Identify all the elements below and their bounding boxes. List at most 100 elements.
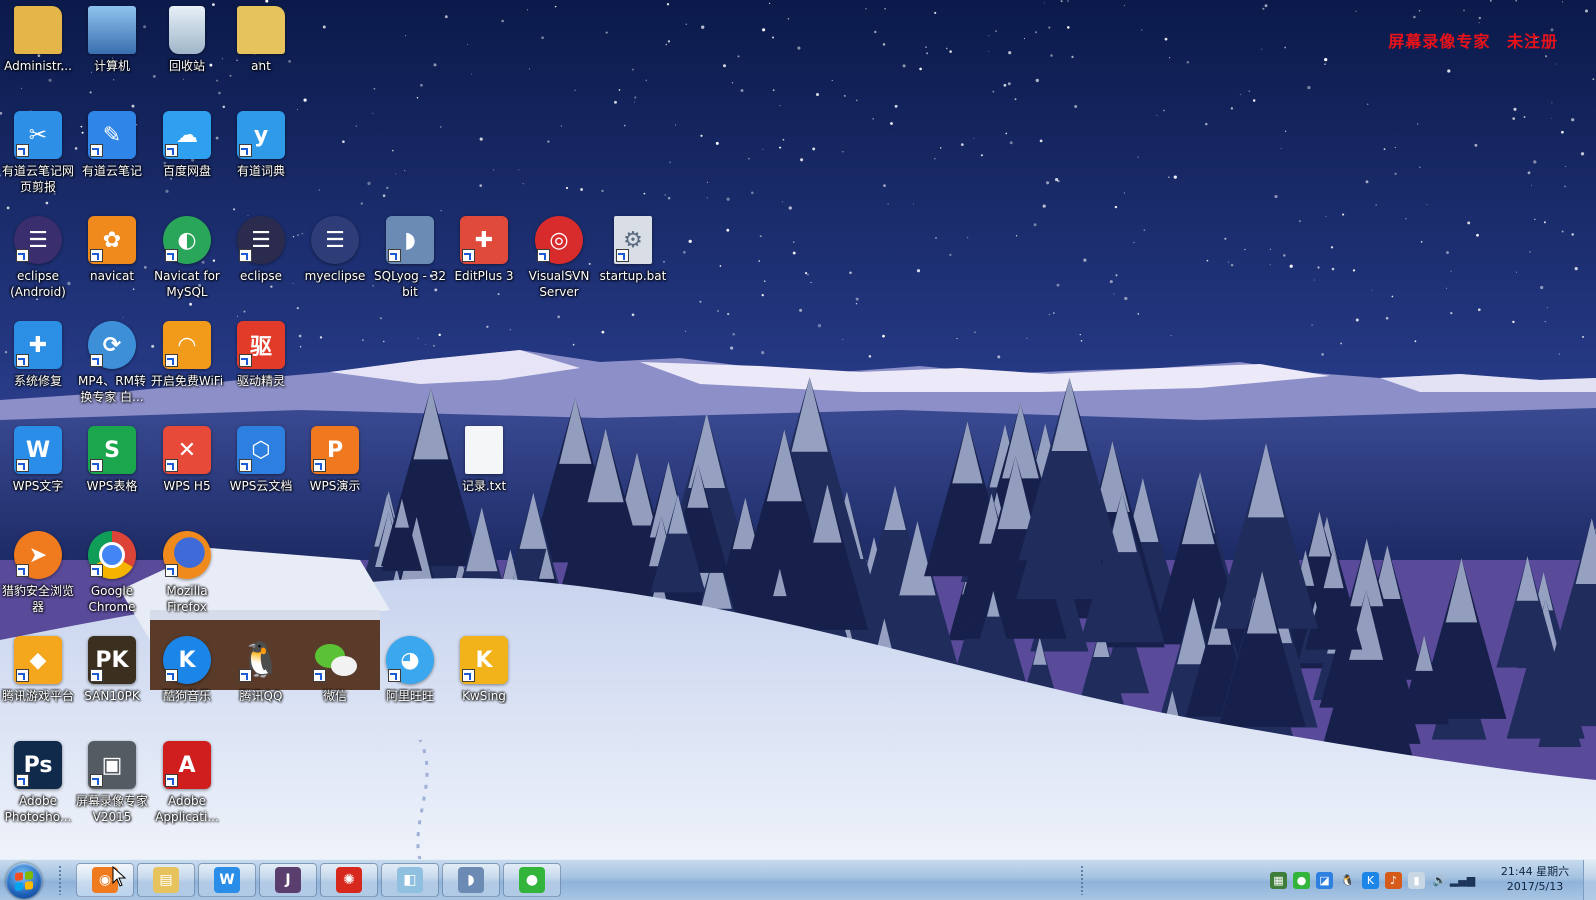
tray-network-signal-icon[interactable]: ▂▄▆ [1450,872,1475,889]
desktop-icon-sqlyog[interactable]: ◗ SQLyog - 32 bit [372,210,448,314]
shortcut-arrow-icon [388,669,401,682]
desktop-icon-label: Adobe Photosho... [4,794,72,824]
desktop-icon-wps-sheet[interactable]: S WPS表格 [74,420,150,524]
desktop-icon-label: 阿里旺旺 [385,689,434,703]
tray-connect-icon[interactable]: ◪ [1316,871,1333,889]
desktop-icon-tencent-qq[interactable]: 🐧 腾讯QQ [223,630,299,734]
wps-h5-icon: ✕ [163,426,211,474]
desktop-icon-system-repair[interactable]: ✚ 系统修复 [0,315,76,419]
shortcut-arrow-icon [462,669,475,682]
shortcut-arrow-icon [165,669,178,682]
shortcut-arrow-icon [16,354,29,367]
desktop-icon-wps-cloud[interactable]: ⬡ WPS云文档 [223,420,299,524]
shortcut-arrow-icon [16,144,29,157]
desktop-icon-firefox[interactable]: Mozilla Firefox [149,525,225,629]
desktop-icon-navicat-mysql[interactable]: ◐ Navicat for MySQL [149,210,225,314]
desktop-icon-eclipse[interactable]: ☰ eclipse [223,210,299,314]
desktop-icon-screen-recorder[interactable]: ▣ 屏幕录像专家 V2015 [74,735,150,839]
driver-genius-icon: 驱 [237,321,285,369]
desktop-icon-mp4-converter[interactable]: ⟳ MP4、RM转换专家 白... [74,315,150,419]
desktop-icon-kugou[interactable]: K 酷狗音乐 [149,630,225,734]
desktop-icon-chrome[interactable]: Google Chrome [74,525,150,629]
desktop-icon-myeclipse[interactable]: ☰ myeclipse [297,210,373,314]
desktop-icon-liebao[interactable]: ➤ 猎豹安全浏览器 [0,525,76,629]
shortcut-arrow-icon [313,459,326,472]
video-camera-icon: ▣ [88,741,136,789]
dolphin-icon: ◗ [386,216,434,264]
taskbar-button-app-red[interactable]: ✺ [320,863,378,897]
taskbar-grip[interactable] [58,865,62,895]
desktop-icon-eclipse-android[interactable]: ☰ eclipse (Android) [0,210,76,314]
desktop-icon-label: Mozilla Firefox [166,584,208,614]
desktop-icon-youdao-note[interactable]: ✎ 有道云笔记 [74,105,150,209]
shortcut-arrow-icon [165,459,178,472]
desktop-icon-recycle-bin[interactable]: 回收站 [149,0,225,104]
shortcut-arrow-icon [239,249,252,262]
adobe-icon: A [163,741,211,789]
tray-speaker-app-icon[interactable]: ♪ [1385,871,1402,889]
desktop-icon-wps-writer[interactable]: W WPS文字 [0,420,76,524]
tray-network-app-icon[interactable]: ▦ [1270,871,1287,889]
desktop-icon-tencent-games[interactable]: ◆ 腾讯游戏平台 [0,630,76,734]
tray-kugou-icon[interactable]: K [1362,871,1379,889]
converter-icon: ⟳ [88,321,136,369]
desktop-icon-label: Google Chrome [88,584,136,614]
wps-cloud-icon: ⬡ [237,426,285,474]
desktop-icon-adobe-app[interactable]: A Adobe Applicati... [149,735,225,839]
shortcut-arrow-icon [16,774,29,787]
taskbar-button-wechat[interactable]: ● [503,863,561,897]
taskbar-button-explorer[interactable]: ▤ [137,863,195,897]
tray-qq-penguin-icon[interactable]: 🐧 [1339,872,1356,889]
desktop-icon-youdao-dict[interactable]: y 有道词典 [223,105,299,209]
desktop-icon-aliwangwang[interactable]: ◕ 阿里旺旺 [372,630,448,734]
desktop-icon-computer[interactable]: 计算机 [74,0,150,104]
shortcut-arrow-icon [313,669,326,682]
tray-wechat-icon[interactable]: ● [1293,871,1310,889]
tray-volume-icon[interactable]: 🔊 [1431,872,1448,889]
desktop-icon-wechat[interactable]: 微信 [297,630,373,734]
desktop-icon-visualsvn[interactable]: ◎ VisualSVN Server [521,210,597,314]
desktop-icon-label: 腾讯QQ [239,689,283,703]
dolphin-icon: ◗ [458,867,484,893]
taskbar-button-wps[interactable]: W [198,863,256,897]
show-desktop-button[interactable] [1583,860,1596,900]
desktop-icon-free-wifi[interactable]: ◠ 开启免费WiFi [149,315,225,419]
desktop-icon-label: 微信 [322,689,347,703]
desktop-icon-wps-present[interactable]: P WPS演示 [297,420,373,524]
liebao-browser-icon: ➤ [14,531,62,579]
folder-icon [237,6,285,54]
taskbar-button-sqlyog[interactable]: ◗ [442,863,500,897]
desktop-icon-youdao-clipper[interactable]: ✂ 有道云笔记网页剪报 [0,105,76,209]
desktop-icon-baidu-pan[interactable]: ☁ 百度网盘 [149,105,225,209]
kugou-icon: K [163,636,211,684]
start-button[interactable] [6,863,42,899]
desktop-icon-label: SQLyog - 32 bit [374,269,446,299]
desktop-icon-label: ant [251,59,271,73]
eclipse-icon: ☰ [14,216,62,264]
taskbar-clock[interactable]: 21:44 星期六 2017/5/13 [1492,864,1578,894]
editplus-icon: ✚ [460,216,508,264]
tray-usb-device-icon[interactable]: ▮ [1408,871,1425,889]
blue-window-icon: ◧ [397,867,423,893]
desktop-icon-ant[interactable]: ant [223,0,299,104]
taskbar-button-javaee[interactable]: J [259,863,317,897]
desktop-icon-photoshop[interactable]: Ps Adobe Photosho... [0,735,76,839]
shortcut-arrow-icon [239,459,252,472]
desktop-icon-kwsing[interactable]: K KwSing [446,630,522,734]
shortcut-arrow-icon [90,564,103,577]
desktop-icon-label: 有道云笔记网页剪报 [1,164,74,194]
desktop-icon-administrator[interactable]: Administr... [0,0,76,104]
wifi-icon: ◠ [163,321,211,369]
desktop-icon-editplus[interactable]: ✚ EditPlus 3 [446,210,522,314]
desktop-icon-record-txt[interactable]: 记录.txt [446,420,522,524]
windows-logo-icon [15,871,33,891]
taskbar-button-blue-app[interactable]: ◧ [381,863,439,897]
desktop-icon-san10pk[interactable]: PK SAN10PK [74,630,150,734]
desktop-icon-startup-bat[interactable]: ⚙ startup.bat [595,210,671,314]
desktop-icon-wps-h5[interactable]: ✕ WPS H5 [149,420,225,524]
desktop-icon-label: 计算机 [93,59,130,73]
desktop-icon-driver-genius[interactable]: 驱驱动精灵 [223,315,299,419]
tray-grip[interactable] [1080,865,1084,895]
desktop-icon-label: 记录.txt [461,479,507,493]
desktop-icon-navicat[interactable]: ✿ navicat [74,210,150,314]
